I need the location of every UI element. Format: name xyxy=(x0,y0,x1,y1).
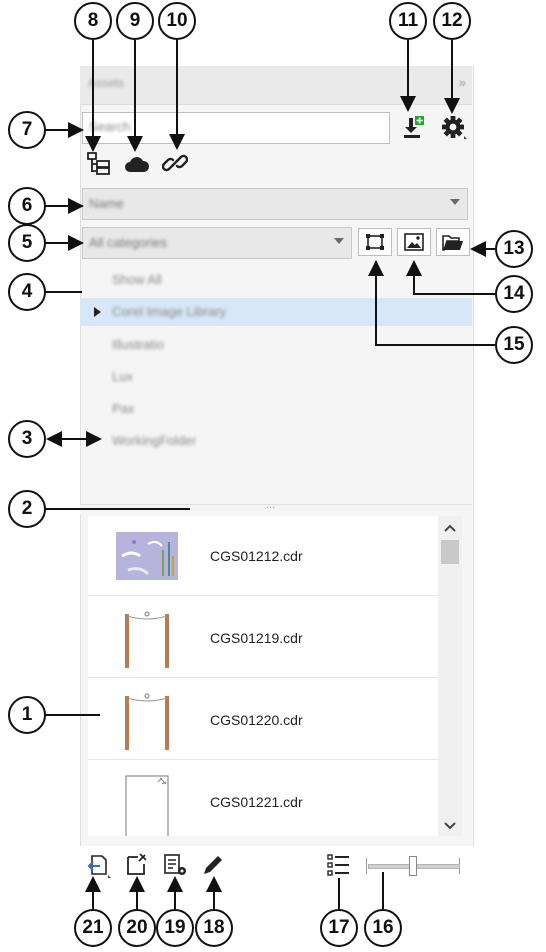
callout-1: 1 xyxy=(8,696,46,734)
callout-14: 14 xyxy=(495,275,533,313)
callout-19: 19 xyxy=(156,909,194,947)
callout-16: 16 xyxy=(364,909,402,947)
callout-10: 10 xyxy=(158,2,196,40)
callout-20: 20 xyxy=(118,909,156,947)
callout-3: 3 xyxy=(8,420,46,458)
callout-4: 4 xyxy=(8,273,46,311)
callout-5: 5 xyxy=(8,224,46,262)
callout-lines xyxy=(45,40,495,909)
callout-11: 11 xyxy=(389,2,427,40)
callout-7: 7 xyxy=(8,111,46,149)
callout-9: 9 xyxy=(116,2,154,40)
callout-17: 17 xyxy=(320,909,358,947)
callout-12: 12 xyxy=(433,2,471,40)
callout-13: 13 xyxy=(495,230,533,268)
callout-6: 6 xyxy=(8,187,46,225)
callout-18: 18 xyxy=(195,909,233,947)
callout-15: 15 xyxy=(495,326,533,364)
callout-21: 21 xyxy=(74,909,112,947)
callout-2: 2 xyxy=(8,490,46,528)
callout-8: 8 xyxy=(74,2,112,40)
